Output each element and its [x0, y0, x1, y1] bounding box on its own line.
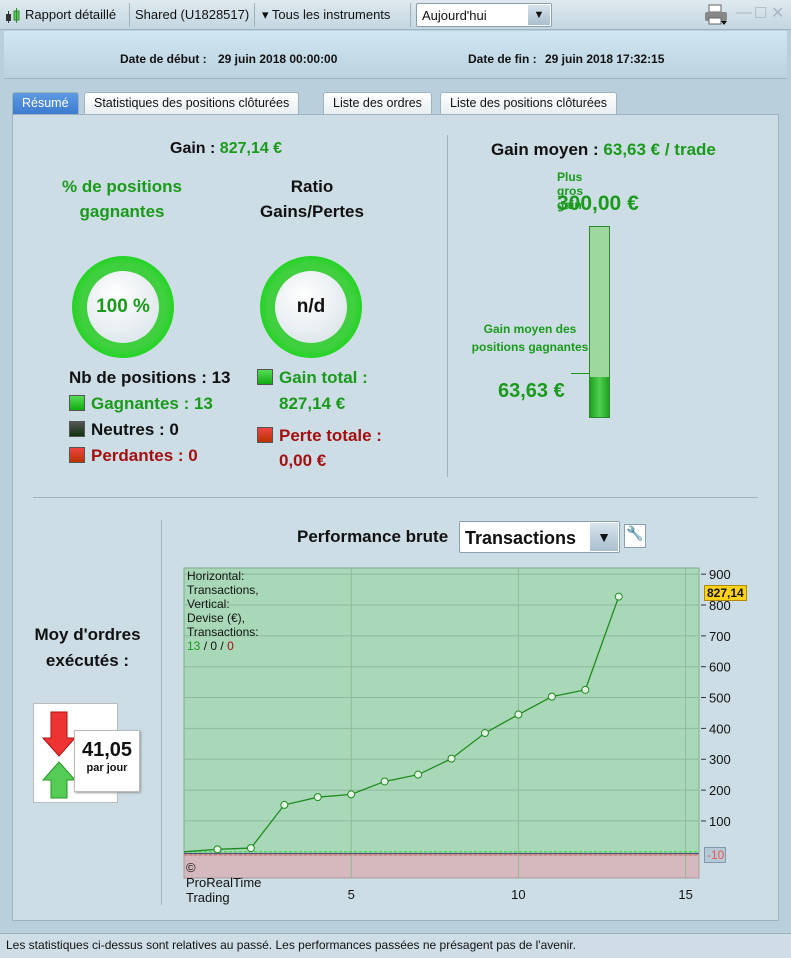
data-point — [480, 729, 489, 738]
data-point — [414, 770, 423, 779]
arrow-right-icon — [571, 373, 589, 374]
tab-closed-position-stats[interactable]: Statistiques des positions clôturées — [84, 92, 300, 114]
performance-title: Performance brute — [297, 527, 449, 546]
data-point — [514, 710, 523, 719]
ratio-gauge: n/d — [260, 256, 362, 358]
data-point — [447, 754, 456, 763]
period-select[interactable]: Aujourd'hui ▼ — [416, 3, 552, 27]
last-value-label: 827,14 — [704, 585, 747, 601]
tab-order-list[interactable]: Liste des ordres — [323, 92, 432, 114]
orders-per-day-box: 41,05 par jour — [74, 730, 140, 792]
candlestick-icon — [4, 8, 22, 27]
losers-count: Perdantes : 0 — [69, 446, 198, 466]
average-gain: Gain moyen : 63,63 € / trade — [491, 140, 716, 159]
data-point — [280, 800, 289, 809]
data-point — [313, 793, 322, 802]
divider — [447, 135, 448, 477]
average-win-fill — [590, 376, 609, 417]
data-point — [347, 790, 356, 799]
tab-resume[interactable]: Résumé — [12, 92, 79, 114]
total-loss: Perte totale : — [257, 426, 382, 446]
ratio-title: Ratio Gains/Pertes — [260, 177, 364, 221]
average-win-label: Gain moyen des positions gagnantes — [471, 322, 589, 354]
chart-info: Horizontal: Transactions, Vertical: Devi… — [187, 569, 259, 653]
positive-area — [183, 567, 700, 856]
y-tick-label: 500 — [709, 691, 731, 706]
minimize-icon[interactable]: — — [736, 4, 752, 22]
y-tick-label: 300 — [709, 752, 731, 767]
green-square-icon — [69, 395, 85, 411]
min-value-label: -10 — [704, 847, 726, 863]
win-percentage-gauge: 100 % — [72, 256, 174, 358]
data-point — [246, 844, 255, 853]
date-range-header: Date de début : 29 juin 2018 00:00:00 Da… — [4, 31, 787, 79]
divider — [161, 520, 162, 905]
wrench-icon[interactable]: 🔧 — [624, 524, 646, 548]
x-tick-label: 15 — [678, 887, 692, 902]
total-gain: Gain total : — [257, 368, 368, 388]
data-point — [581, 685, 590, 694]
data-point — [380, 777, 389, 786]
disclaimer: Les statistiques ci-dessus sont relative… — [0, 933, 791, 958]
end-date-value: 29 juin 2018 17:32:15 — [545, 52, 665, 66]
divider — [33, 497, 758, 498]
data-point — [614, 592, 623, 601]
chevron-down-icon: ▼ — [590, 523, 618, 551]
data-point — [213, 845, 222, 854]
instruments-menu[interactable]: ▾ Tous les instruments — [262, 7, 390, 23]
orders-per-day-label: Moy d'ordres exécutés : — [34, 625, 141, 670]
window-title: Rapport détaillé — [25, 7, 117, 22]
performance-chart: 1002003004005006007008009005 10 15 — [183, 567, 731, 902]
triangle-down-icon: ▾ — [262, 7, 269, 22]
y-tick-label: 700 — [709, 629, 731, 644]
end-date-label: Date de fin : — [468, 52, 537, 66]
data-point — [547, 692, 556, 701]
maximize-icon[interactable]: ☐ — [754, 4, 767, 22]
tab-closed-position-list[interactable]: Liste des positions clôturées — [440, 92, 618, 114]
total-gain-value: 827,14 € — [279, 394, 346, 413]
y-tick-label: 200 — [709, 783, 731, 798]
start-date-label: Date de début : — [120, 52, 207, 66]
printer-icon[interactable] — [703, 4, 729, 29]
biggest-gain-value: 300,00 € — [557, 192, 639, 215]
performance-mode-select[interactable]: Transactions ▼ — [459, 521, 620, 553]
y-tick-label: 900 — [709, 567, 731, 582]
red-square-icon — [69, 447, 85, 463]
win-percentage-title: % de positions gagnantes — [62, 177, 182, 221]
winners-count: Gagnantes : 13 — [69, 394, 213, 414]
green-square-icon — [257, 369, 273, 385]
copyright: © ProRealTime Trading — [186, 860, 262, 905]
y-tick-label: 400 — [709, 721, 731, 736]
y-tick-label: 100 — [709, 814, 731, 829]
x-tick-label: 10 — [511, 887, 525, 902]
y-tick-label: 600 — [709, 660, 731, 675]
total-loss-value: 0,00 € — [279, 451, 327, 470]
black-square-icon — [69, 421, 85, 437]
red-square-icon — [257, 427, 273, 443]
title-bar: Rapport détaillé Shared (U1828517) ▾ Tou… — [0, 0, 791, 30]
x-tick-label: 5 — [348, 887, 355, 902]
close-icon[interactable]: ✕ — [771, 3, 784, 23]
gain-summary: Gain : 827,14 € — [170, 140, 283, 157]
gain-bar — [589, 226, 610, 418]
positions-count: Nb de positions : 13 — [69, 368, 231, 387]
average-win-value: 63,63 € — [498, 380, 565, 402]
chevron-down-icon: ▼ — [528, 5, 550, 25]
start-date-value: 29 juin 2018 00:00:00 — [218, 52, 338, 66]
neutral-count: Neutres : 0 — [69, 420, 179, 440]
account-selector[interactable]: Shared (U1828517) — [135, 7, 249, 22]
